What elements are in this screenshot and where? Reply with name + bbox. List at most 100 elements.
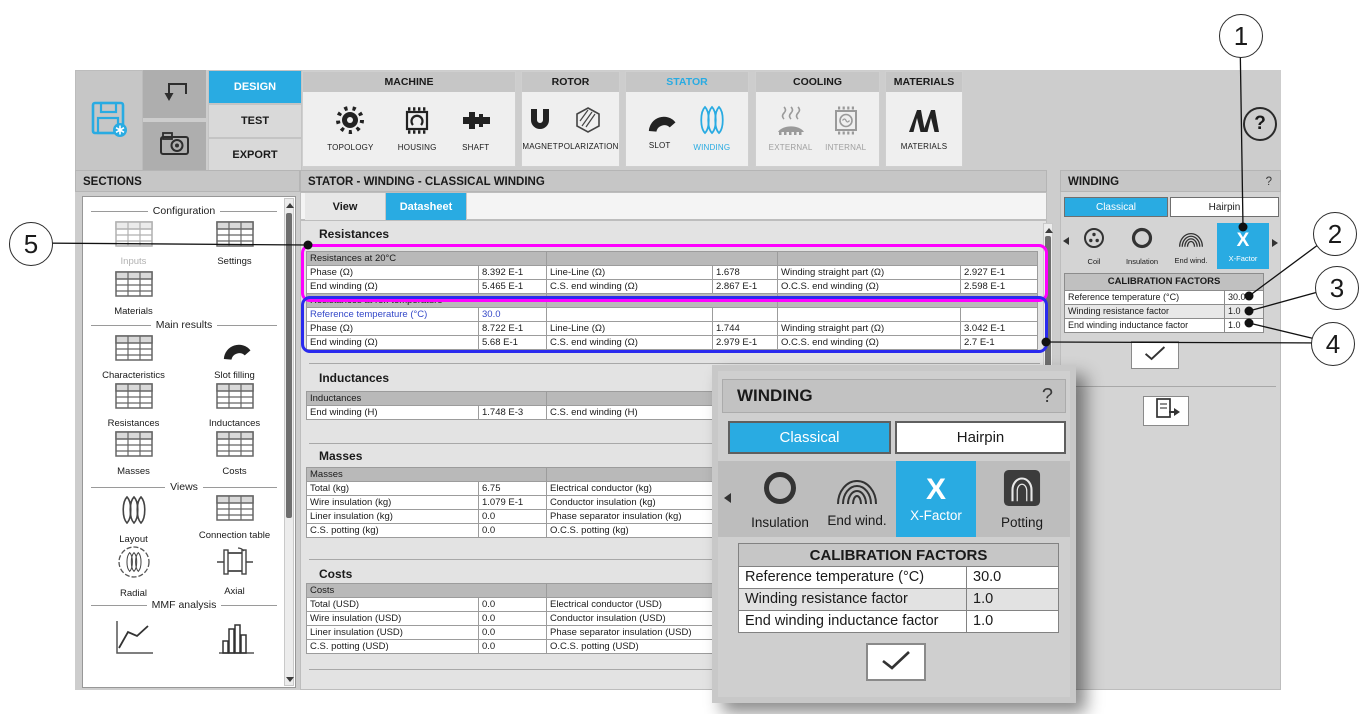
sidebar-item-radial[interactable]: Radial [83, 545, 184, 599]
export-datasheet-button[interactable] [1143, 396, 1189, 426]
next-arrow-icon[interactable] [1272, 239, 1278, 247]
polarization-button[interactable]: POLARIZATION [558, 106, 618, 151]
coil-icon [1082, 226, 1106, 255]
classical-winding-button[interactable]: Classical [1064, 197, 1168, 217]
test-mode-button[interactable]: TEST [208, 104, 302, 138]
table-row: End winding (Ω)5.465 E-1 C.S. end windin… [307, 280, 1038, 294]
housing-button[interactable]: HOUSING [398, 105, 437, 152]
sidebar-item-characteristics[interactable]: Characteristics [83, 335, 184, 381]
shaft-icon [461, 105, 491, 140]
divider-mmf-analysis: MMF analysis [91, 599, 277, 611]
confirm-check-icon [879, 649, 913, 676]
callout-1: 1 [1219, 14, 1263, 58]
sidebar-item-slot-filling[interactable]: Slot filling [184, 335, 285, 381]
tile-potting[interactable]: Potting [982, 461, 1062, 537]
hairpin-winding-button[interactable]: Hairpin [895, 421, 1066, 454]
panel-divider [1065, 386, 1276, 387]
coil-layout-icon [116, 495, 152, 530]
topology-button[interactable]: TOPOLOGY [327, 105, 373, 152]
table-icon [216, 383, 254, 414]
design-mode-button[interactable]: DESIGN [208, 70, 302, 104]
resistances-heading: Resistances [319, 227, 389, 241]
winding-panel: WINDING ? Classical Hairpin Coil Insulat… [1060, 170, 1281, 690]
help-button[interactable]: ? [1243, 107, 1277, 141]
undo-button[interactable] [143, 70, 206, 118]
confirm-check-icon [1143, 345, 1167, 366]
help-icon[interactable]: ? [1266, 171, 1280, 191]
stator-group: STATOR SLOT [625, 71, 749, 167]
tab-datasheet[interactable]: Datasheet [386, 193, 467, 221]
table-row: Resistances at ref. temperature [307, 294, 1038, 308]
shaft-button[interactable]: SHAFT [461, 105, 491, 152]
winding-button[interactable]: WINDING [693, 105, 730, 152]
table-icon [115, 221, 153, 252]
sidebar-item-materials[interactable]: Materials [83, 271, 184, 317]
apply-button[interactable] [866, 643, 926, 681]
export-doc-icon [1151, 397, 1181, 426]
sidebar-item-costs[interactable]: Costs [184, 431, 285, 477]
divider-configuration: Configuration [91, 205, 277, 217]
help-icon[interactable]: ? [1042, 385, 1065, 408]
screenshot-button[interactable] [143, 122, 206, 170]
classical-winding-button[interactable]: Classical [728, 421, 891, 454]
sidebar-item-inputs[interactable]: Inputs [83, 221, 184, 267]
table-icon [216, 431, 254, 462]
magnet-button[interactable]: MAGNET [522, 106, 557, 151]
table-icon [115, 271, 153, 302]
sidebar-item-inductances[interactable]: Inductances [184, 383, 285, 429]
divider-views: Views [91, 481, 277, 493]
tile-end-winding[interactable]: End wind. [820, 461, 894, 537]
sidebar-item-resistances[interactable]: Resistances [83, 383, 184, 429]
tab-view[interactable]: View [305, 193, 386, 221]
external-cooling-button[interactable]: EXTERNAL [769, 105, 813, 152]
machine-group-title: MACHINE [303, 72, 515, 92]
sidebar-item-masses[interactable]: Masses [83, 431, 184, 477]
insulation-icon [761, 469, 799, 512]
polarization-icon [574, 106, 602, 139]
sidebar-scrollbar[interactable] [284, 198, 294, 686]
sidebar-item-layout[interactable]: Layout [83, 495, 184, 545]
table-icon [115, 383, 153, 414]
tile-insulation[interactable]: Insulation [1119, 223, 1165, 269]
section-separator [309, 363, 1040, 364]
scroll-up-icon[interactable] [286, 203, 294, 208]
table-icon [216, 221, 254, 252]
tile-x-factor[interactable]: X X-Factor [1217, 223, 1269, 269]
potting-icon [1002, 469, 1042, 512]
sidebar-item-mmf-harmonics[interactable] [184, 617, 285, 662]
main-panel-title: STATOR - WINDING - CLASSICAL WINDING [300, 170, 1047, 192]
slot-button[interactable]: SLOT [644, 107, 676, 150]
divider-main-results: Main results [91, 319, 277, 331]
table-icon [216, 495, 254, 526]
save-button[interactable] [75, 70, 143, 172]
table-row: Reference temperature (°C)30.0 [739, 567, 1059, 589]
tile-insulation[interactable]: Insulation [740, 461, 820, 537]
tile-end-winding[interactable]: End wind. [1167, 223, 1215, 269]
sidebar-item-axial[interactable]: Axial [184, 545, 285, 599]
tile-coil[interactable]: Coil [1072, 223, 1116, 269]
hairpin-winding-button[interactable]: Hairpin [1170, 197, 1279, 217]
prev-arrow-icon[interactable] [724, 493, 731, 503]
topology-icon [335, 105, 365, 140]
scroll-down-icon[interactable] [286, 677, 294, 682]
sidebar-item-mmf-curve[interactable] [83, 617, 184, 662]
sidebar-item-connection-table[interactable]: Connection table [184, 495, 285, 545]
magnet-icon [527, 106, 553, 139]
materials-button[interactable]: MATERIALS [901, 106, 948, 151]
apply-button[interactable] [1131, 341, 1179, 369]
prev-arrow-icon[interactable] [1063, 237, 1069, 245]
tile-x-factor[interactable]: X X-Factor [896, 461, 976, 537]
table-row: Phase (Ω)8.722 E-1 Line-Line (Ω)1.744 Wi… [307, 322, 1038, 336]
table-row: CALIBRATION FACTORS [739, 544, 1059, 567]
scroll-up-icon[interactable] [1045, 228, 1053, 233]
internal-cooling-button[interactable]: INTERNAL [825, 105, 866, 152]
masses-heading: Masses [319, 449, 362, 463]
sidebar-item-settings[interactable]: Settings [184, 221, 285, 267]
callout-5: 5 [9, 222, 53, 266]
table-row: Reference temperature (°C)30.0 [1065, 291, 1264, 305]
rotor-group: ROTOR MAGNET [521, 71, 620, 167]
slot-icon [219, 335, 251, 366]
export-mode-button[interactable]: EXPORT [208, 138, 302, 172]
sidebar-scroll-thumb[interactable] [286, 213, 292, 518]
winding-dialog: WINDING ? Classical Hairpin Insulation E… [712, 365, 1076, 703]
